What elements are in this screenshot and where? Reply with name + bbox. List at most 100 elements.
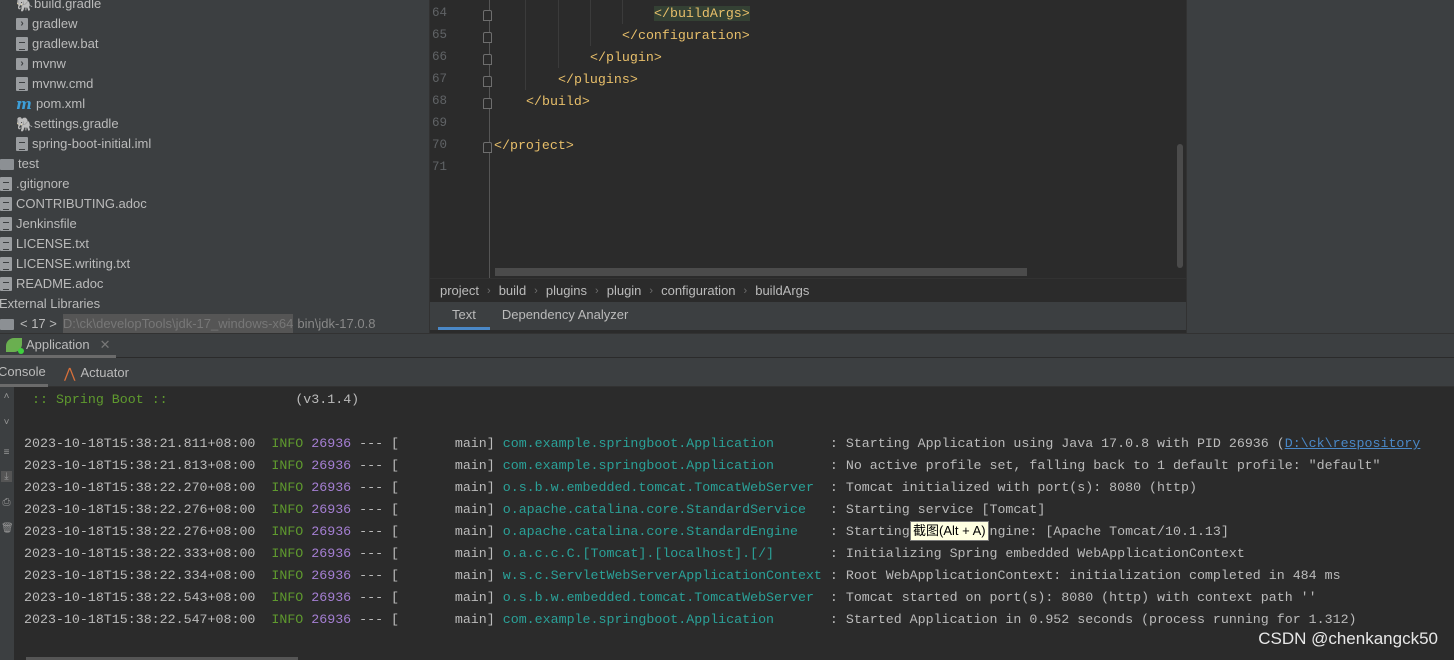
log-bracket: ] [486,524,503,539]
tree-item-jdk[interactable]: < 17 > D:\ck\developTools\jdk-17_windows-… [0,314,375,333]
log-message: Tomcat started on port(s): 8080 (http) w… [845,590,1317,605]
breadcrumb-item[interactable]: project [440,283,479,298]
breadcrumb-item[interactable]: plugins [546,283,587,298]
log-bracket: [ [391,458,400,473]
log-pid: 26936 [311,590,352,605]
console-output[interactable]: ˄ ˅ ≡ ⤓ ⎙ 🗑 :: Spring Boot :: (v3.1.4) 20… [0,387,1454,660]
log-level: INFO [271,590,304,605]
breadcrumb-item[interactable]: build [499,283,526,298]
log-logger: o.s.b.w.embedded.tomcat.TomcatWebServer [502,590,814,605]
scroll-to-end-icon[interactable]: ⤓ [1,471,12,482]
editor-tab[interactable]: Dependency Analyzer [490,302,640,330]
tree-item[interactable]: › gradlew [16,14,78,34]
scroll-down-icon[interactable]: ˅ [1,417,12,428]
log-bracket: [ [391,546,400,561]
log-separator: --- [359,436,384,451]
tree-item[interactable]: LICENSE.writing.txt [0,254,130,274]
close-icon[interactable]: ✕ [100,337,111,353]
breadcrumb-item[interactable]: buildArgs [755,283,809,298]
tree-item[interactable]: CONTRIBUTING.adoc [0,194,147,214]
watermark: CSDN @chenkangck50 [1258,629,1438,648]
tree-item-label: test [18,156,39,171]
log-thread: main [454,436,487,451]
log-colon: : [829,458,846,473]
print-icon[interactable]: ⎙ [1,497,12,508]
fold-marker-icon[interactable] [483,142,492,153]
banner-version: (v3.1.4) [295,392,360,407]
fold-marker-icon[interactable] [483,98,492,109]
log-separator: --- [359,480,384,495]
tree-item[interactable]: Jenkinsfile [0,214,77,234]
tree-item[interactable]: mvnw.cmd [16,74,93,94]
log-bracket: ] [486,458,503,473]
editor-tab[interactable]: Text [438,302,490,330]
log-line: 2023-10-18T15:38:21.811+08:00 INFO 26936 --… [24,433,1420,455]
log-bracket: [ [391,502,400,517]
code-line: </configuration> [622,28,750,43]
console-toolbar: ˄ ˅ ≡ ⤓ ⎙ 🗑 [0,387,14,660]
tree-item-label: pom.xml [36,96,86,111]
tab-actuator[interactable]: ⋀ Actuator [64,358,129,387]
fold-marker-icon[interactable] [483,32,492,43]
fold-marker-icon[interactable] [483,54,492,65]
tree-item-label: Jenkinsfile [16,216,77,231]
log-level: INFO [271,524,304,539]
tree-item-label: External Libraries [0,296,101,311]
tree-item[interactable]: LICENSE.txt [0,234,89,254]
editor-vertical-scrollbar[interactable] [1177,144,1183,268]
tree-item[interactable]: 🐘 settings.gradle [16,114,119,134]
tree-item[interactable]: External Libraries [0,294,100,314]
folder-icon [0,158,14,170]
log-timestamp: 2023-10-18T15:38:22.333+08:00 [24,546,256,561]
line-number: 67 [432,72,448,86]
log-bracket: [ [391,480,400,495]
code-editor[interactable]: 64 65 66 67 68 69 70 71 </buildArgs> </configura… [430,0,1186,278]
clear-icon[interactable]: 🗑 [1,523,14,534]
run-tab-application[interactable]: Application ✕ [0,334,116,358]
tree-item[interactable]: .gitignore [0,174,69,194]
banner-text: :: Spring Boot :: [32,392,168,407]
code-line: </plugin> [590,50,662,65]
spring-boot-icon [6,337,24,354]
soft-wrap-icon[interactable]: ≡ [1,447,12,458]
tree-item[interactable]: gradlew.bat [16,34,99,54]
scroll-up-icon[interactable]: ˄ [1,391,12,402]
tab-console[interactable]: Console [0,358,48,387]
actuator-icon: ⋀ [64,364,76,381]
module-file-icon [16,137,28,151]
log-message: Root WebApplicationContext: initializati… [845,568,1341,583]
editor-bottom-tabs: Text Dependency Analyzer [430,302,1186,330]
tree-item[interactable]: test [0,154,39,174]
breadcrumb-item[interactable]: plugin [607,283,642,298]
log-thread: main [454,502,487,517]
editor-horizontal-scrollbar[interactable] [495,268,1027,276]
log-path-link[interactable]: D:\ck\respository [1285,436,1421,451]
log-logger: w.s.c.ServletWebServerApplicationContext [502,568,822,583]
log-pid: 26936 [311,546,352,561]
fold-marker-icon[interactable] [483,76,492,87]
log-timestamp: 2023-10-18T15:38:22.276+08:00 [24,502,256,517]
tree-item-label: LICENSE.txt [16,236,89,251]
screenshot-tooltip: 截图(Alt + A) [910,521,989,541]
tree-item[interactable]: › mvnw [16,54,66,74]
breadcrumb-item[interactable]: configuration [661,283,735,298]
chevron-right-icon: › [487,284,491,297]
text-file-icon [16,77,28,91]
log-logger: o.apache.catalina.core.StandardService [502,502,806,517]
log-message: Initializing Spring embedded WebApplicat… [845,546,1245,561]
tree-item[interactable]: m pom.xml [16,94,85,114]
tree-item-label: mvnw [32,56,66,71]
log-timestamp: 2023-10-18T15:38:22.334+08:00 [24,568,256,583]
tree-item[interactable]: spring-boot-initial.iml [16,134,151,154]
tree-item[interactable]: README.adoc [0,274,103,294]
tree-item[interactable]: 🐘 build.gradle [16,0,101,14]
tree-item-label: .gitignore [16,176,70,191]
log-colon: : [829,546,846,561]
log-thread: main [454,568,487,583]
log-separator: --- [359,590,384,605]
log-line: 2023-10-18T15:38:22.270+08:00 INFO 26936 --… [24,477,1197,499]
code-line: </build> [526,94,590,109]
log-bracket: [ [391,568,400,583]
log-message: Started Application in 0.952 seconds (pr… [845,612,1357,627]
fold-marker-icon[interactable] [483,10,492,21]
